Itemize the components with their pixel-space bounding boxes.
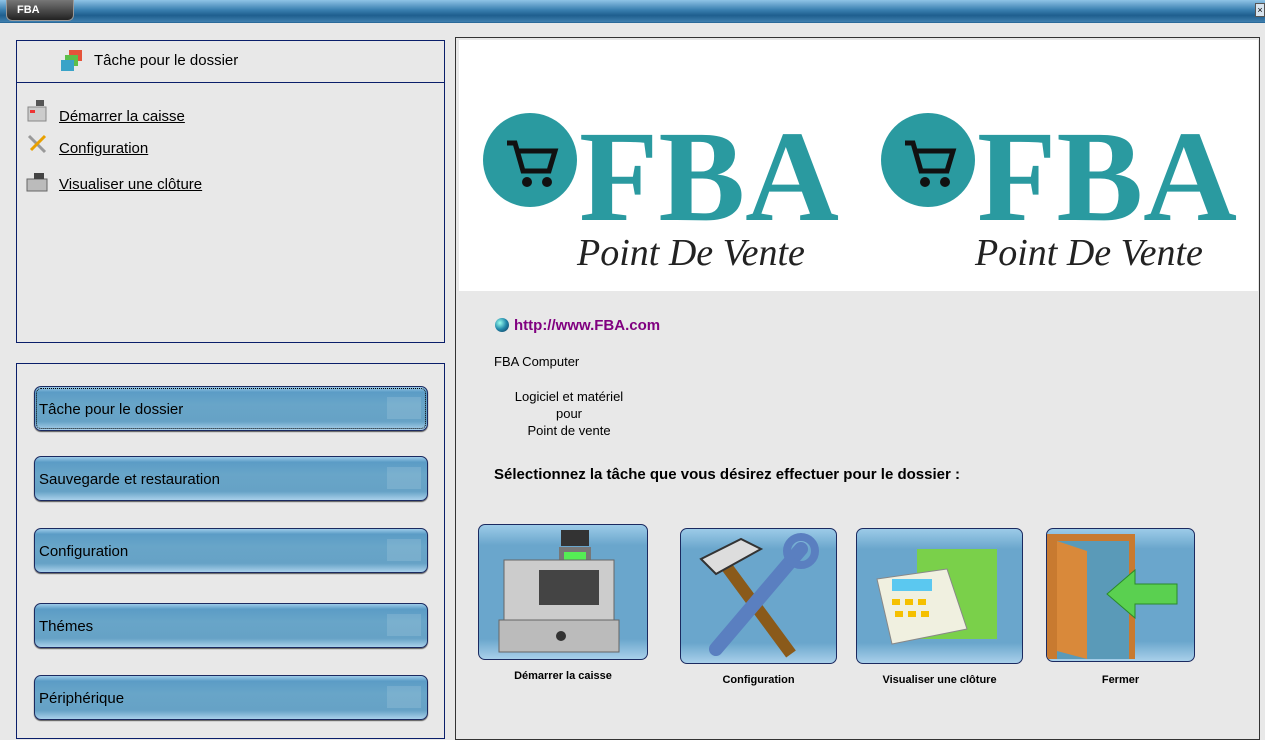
fba-logo-image: FBA Point De Vente FBA Point De Vente [483,105,1237,274]
action-demarrer-caisse[interactable] [478,524,648,660]
action-label: Fermer [1101,674,1140,686]
task-prompt: Sélectionnez la tâche que vous désirez e… [494,466,960,483]
calculator-folder-icon [876,549,997,645]
windows-stack-icon [61,50,82,71]
hammer-wrench-icon [699,533,819,658]
svg-text:Point De Vente: Point De Vente [974,232,1203,274]
description: Logiciel et matériel pour Point de vente [494,388,644,439]
link-configuration[interactable]: Configuration [59,140,148,157]
task-panel-title: Tâche pour le dossier [94,52,239,69]
link-demarrer-caisse[interactable]: Démarrer la caisse [59,108,185,125]
website-link[interactable]: http://www.FBA.com [514,317,660,334]
action-label: Démarrer la caisse [514,670,612,682]
action-label: Visualiser une clôture [882,674,997,686]
close-icon[interactable]: × [1255,3,1265,17]
company-name: FBA Computer [494,354,580,369]
nav-themes[interactable]: Thémes [34,603,428,648]
nav-configuration[interactable]: Configuration [34,528,428,573]
app-tab[interactable]: FBA [6,0,74,21]
main-panel: FBA Point De Vente FBA Point De Vente ht… [455,37,1260,740]
cash-register-icon [27,100,47,122]
svg-text:Point De Vente: Point De Vente [576,232,805,274]
nav-tache-dossier[interactable]: Tâche pour le dossier [34,386,428,431]
cash-register-icon [498,530,620,653]
action-label: Configuration [722,674,795,686]
nav-peripherique[interactable]: Périphérique [34,675,428,720]
action-configuration[interactable] [680,528,837,664]
register-closing-icon [26,173,48,192]
fba-logo: FBA Point De Vente FBA Point De Vente [459,40,1258,291]
task-panel-header: Tâche pour le dossier [17,41,444,83]
desc-line: Logiciel et matériel [514,389,624,404]
action-fermer[interactable] [1046,528,1195,662]
svg-text:FBA: FBA [579,105,839,249]
action-visualiser-cloture[interactable] [856,528,1023,664]
title-bar: FBA × [0,0,1265,23]
link-visualiser-cloture[interactable]: Visualiser une clôture [59,176,202,193]
nav-sauvegarde[interactable]: Sauvegarde et restauration [34,456,428,501]
exit-door-icon [1047,534,1178,659]
nav-panel: Tâche pour le dossier Sauvegarde et rest… [16,363,445,739]
desc-line: Point de vente [527,423,611,438]
desc-line: pour [555,406,583,421]
svg-text:FBA: FBA [977,105,1237,249]
task-panel: Tâche pour le dossier Démarrer la caisse… [16,40,445,343]
tools-icon [27,134,47,154]
globe-icon [495,318,509,332]
